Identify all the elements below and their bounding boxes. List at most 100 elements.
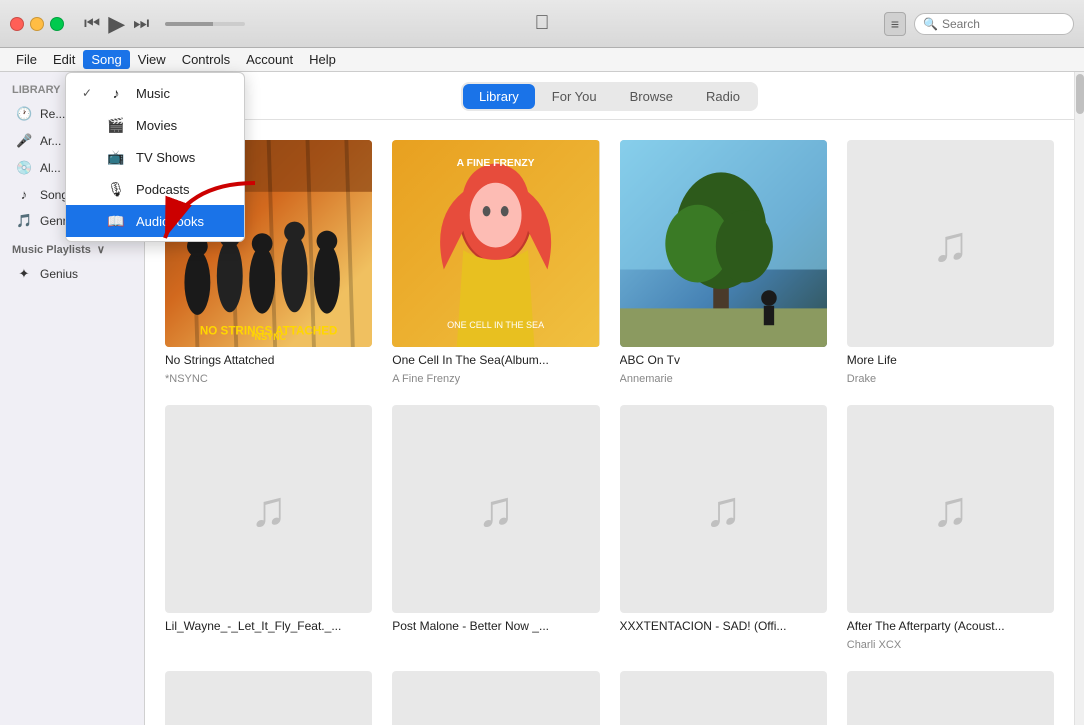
svg-text:ONE CELL IN THE SEA: ONE CELL IN THE SEA <box>447 320 545 330</box>
genre-icon: 🎵 <box>16 213 32 229</box>
fast-forward-button[interactable]: ⏭ <box>133 13 149 34</box>
maximize-button[interactable] <box>50 17 64 31</box>
album-art-afterparty: ♫ <box>847 405 1054 612</box>
album-art-unknown-1: ♫ <box>165 671 372 725</box>
sidebar-item-albums-label: Al... <box>40 161 61 175</box>
tvshows-icon: 📺 <box>106 147 126 167</box>
tab-for-you[interactable]: For You <box>536 84 613 109</box>
dropdown-movies[interactable]: 🎬 Movies <box>66 109 244 141</box>
album-afterparty[interactable]: ♫ After The Afterparty (Acoust... Charli… <box>847 405 1054 650</box>
album-title-more-life: More Life <box>847 353 1054 367</box>
minimize-button[interactable] <box>30 17 44 31</box>
album-more-life[interactable]: ♫ More Life Drake <box>847 140 1054 385</box>
sidebar-item-artists-label: Ar... <box>40 134 61 148</box>
title-bar-right: ≡ 🔍 <box>884 12 1074 36</box>
album-art-post-malone: ♫ <box>392 405 599 612</box>
dropdown-audiobooks[interactable]: 📖 Audiobooks <box>66 205 244 237</box>
menu-help[interactable]: Help <box>301 50 344 69</box>
album-xxxtentacion[interactable]: ♫ XXXTENTACION - SAD! (Offi... <box>620 405 827 650</box>
album-post-malone[interactable]: ♫ Post Malone - Better Now _... <box>392 405 599 650</box>
album-title-xxxtentacion: XXXTENTACION - SAD! (Offi... <box>620 619 827 633</box>
dropdown-tvshows[interactable]: 📺 TV Shows <box>66 141 244 173</box>
music-note-icon-2: ♫ <box>250 480 288 538</box>
album-title-nsync: No Strings Attatched <box>165 353 372 367</box>
volume-slider[interactable] <box>165 22 245 26</box>
dropdown-movies-label: Movies <box>136 118 177 133</box>
list-view-button[interactable]: ≡ <box>884 12 906 36</box>
music-note-icon-4: ♫ <box>704 480 742 538</box>
dropdown-podcasts[interactable]: 🎙 Podcasts <box>66 173 244 205</box>
svg-text:NO STRINGS ATTACHED: NO STRINGS ATTACHED <box>200 324 338 337</box>
album-unknown-3[interactable]: ♫ <box>620 671 827 725</box>
album-artist-nsync: *NSYNC <box>165 373 372 385</box>
playlists-label: Music Playlists <box>12 244 91 256</box>
album-artist-more-life: Drake <box>847 373 1054 385</box>
song-dropdown-menu: ✓ ♪ Music 🎬 Movies 📺 TV Shows 🎙 Podcasts… <box>65 72 245 242</box>
genius-icon: ✦ <box>16 266 32 282</box>
music-note-icon-3: ♫ <box>477 480 515 538</box>
album-unknown-2[interactable]: ♫ <box>392 671 599 725</box>
menu-controls[interactable]: Controls <box>174 50 238 69</box>
album-lil-wayne[interactable]: ♫ Lil_Wayne_-_Let_It_Fly_Feat._... <box>165 405 372 650</box>
tab-group: Library For You Browse Radio <box>461 82 758 111</box>
album-grid: NO STRINGS ATTACHED No Strings Attatched… <box>145 120 1074 725</box>
play-button[interactable]: ▶ <box>108 11 125 37</box>
menu-song[interactable]: Song <box>83 50 129 69</box>
note-icon: ♪ <box>16 187 32 202</box>
menu-bar: File Edit Song View Controls Account Hel… <box>0 48 1084 72</box>
tab-library[interactable]: Library <box>463 84 535 109</box>
tab-browse[interactable]: Browse <box>614 84 689 109</box>
dropdown-audiobooks-label: Audiobooks <box>136 214 204 229</box>
album-artist-frenzy: A Fine Frenzy <box>392 373 599 385</box>
album-art-unknown-3: ♫ <box>620 671 827 725</box>
svg-text:A FINE FRENZY: A FINE FRENZY <box>457 158 535 169</box>
sidebar-item-recently-added-label: Re... <box>40 107 65 121</box>
content-scrollbar[interactable] <box>1074 72 1084 725</box>
album-title-frenzy: One Cell In The Sea(Album... <box>392 353 599 367</box>
album-unknown-4[interactable]: ♫ <box>847 671 1054 725</box>
mic-icon: 🎤 <box>16 133 32 149</box>
album-title-post-malone: Post Malone - Better Now _... <box>392 619 599 633</box>
menu-account[interactable]: Account <box>238 50 301 69</box>
audiobooks-icon: 📖 <box>106 211 126 231</box>
album-frenzy[interactable]: A FINE FRENZY ONE CELL IN THE SEA One Ce… <box>392 140 599 385</box>
transport-controls: ⏮ ▶ ⏭ <box>84 11 245 37</box>
search-box[interactable]: 🔍 <box>914 13 1074 35</box>
music-icon: ♪ <box>106 83 126 103</box>
album-unknown-1[interactable]: ♫ <box>165 671 372 725</box>
sidebar-item-genius[interactable]: ✦ Genius <box>4 261 140 287</box>
album-art-xxxtentacion: ♫ <box>620 405 827 612</box>
album-art-more-life: ♫ <box>847 140 1054 347</box>
album-art-abc <box>620 140 827 347</box>
chevron-down-icon: ∨ <box>97 243 105 256</box>
close-button[interactable] <box>10 17 24 31</box>
menu-file[interactable]: File <box>8 50 45 69</box>
content-area: Library For You Browse Radio <box>145 72 1074 725</box>
menu-view[interactable]: View <box>130 50 174 69</box>
album-title-lil-wayne: Lil_Wayne_-_Let_It_Fly_Feat._... <box>165 619 372 633</box>
clock-icon: 🕐 <box>16 106 32 122</box>
window-controls <box>10 17 64 31</box>
search-input[interactable] <box>942 17 1062 31</box>
album-art-lil-wayne: ♫ <box>165 405 372 612</box>
album-title-abc: ABC On Tv <box>620 353 827 367</box>
album-artist-abc: Annemarie <box>620 373 827 385</box>
movies-icon: 🎬 <box>106 115 126 135</box>
tabs-bar: Library For You Browse Radio <box>145 72 1074 120</box>
menu-edit[interactable]: Edit <box>45 50 83 69</box>
album-abc[interactable]: ABC On Tv Annemarie <box>620 140 827 385</box>
album-art-frenzy: A FINE FRENZY ONE CELL IN THE SEA <box>392 140 599 347</box>
podcasts-icon: 🎙 <box>106 179 126 199</box>
tab-radio[interactable]: Radio <box>690 84 756 109</box>
sidebar-item-genius-label: Genius <box>40 267 78 281</box>
scrollbar-thumb[interactable] <box>1076 74 1084 114</box>
album-title-afterparty: After The Afterparty (Acoust... <box>847 619 1054 633</box>
album-art-unknown-4: ♫ <box>847 671 1054 725</box>
rewind-button[interactable]: ⏮ <box>84 13 100 34</box>
search-icon: 🔍 <box>923 17 938 31</box>
music-note-icon: ♫ <box>932 215 970 273</box>
dropdown-music[interactable]: ✓ ♪ Music <box>66 77 244 109</box>
dropdown-podcasts-label: Podcasts <box>136 182 189 197</box>
album-art-unknown-2: ♫ <box>392 671 599 725</box>
dropdown-music-label: Music <box>136 86 170 101</box>
